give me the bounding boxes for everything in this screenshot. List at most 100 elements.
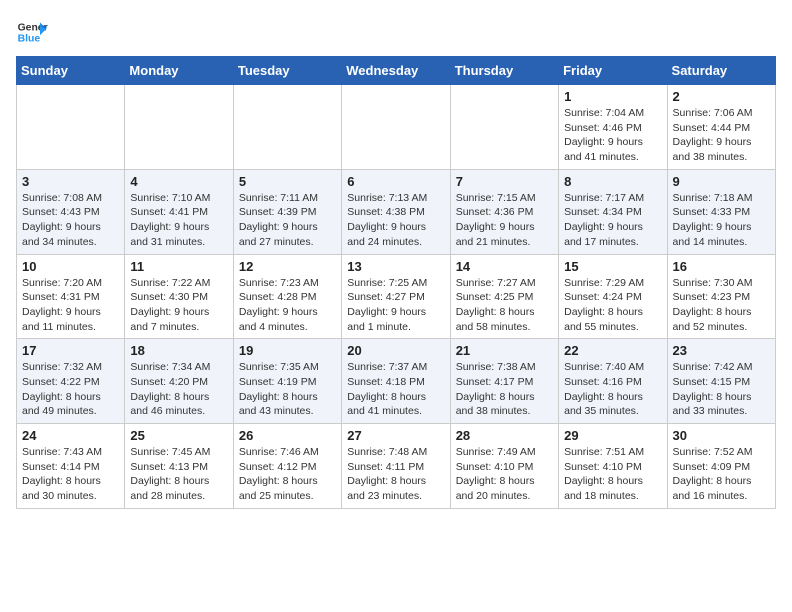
page-header: General Blue bbox=[16, 16, 776, 48]
day-cell: 18Sunrise: 7:34 AM Sunset: 4:20 PM Dayli… bbox=[125, 339, 233, 424]
day-cell: 10 Sunrise: 7:20 AM Sunset: 4:31 PM Dayli… bbox=[17, 254, 125, 339]
day-number: 21 bbox=[456, 343, 553, 358]
day-cell bbox=[125, 85, 233, 170]
day-cell: 14 Sunrise: 7:27 AM Sunset: 4:25 PM Dayli… bbox=[450, 254, 558, 339]
day-number: 8 bbox=[564, 174, 661, 189]
day-cell: 26 Sunrise: 7:46 AM Sunset: 4:12 PM Dayli… bbox=[233, 424, 341, 509]
day-cell: 1 Sunrise: 7:04 AM Sunset: 4:46 PM Daylig… bbox=[559, 85, 667, 170]
day-info: Sunrise: 7:22 AM Sunset: 4:30 PM Dayligh… bbox=[130, 276, 227, 335]
day-number: 28 bbox=[456, 428, 553, 443]
day-cell: 25Sunrise: 7:45 AM Sunset: 4:13 PM Dayli… bbox=[125, 424, 233, 509]
day-cell: 5 Sunrise: 7:11 AM Sunset: 4:39 PM Daylig… bbox=[233, 169, 341, 254]
day-info: Sunrise: 7:10 AM Sunset: 4:41 PM Dayligh… bbox=[130, 191, 227, 250]
day-cell: 29Sunrise: 7:51 AM Sunset: 4:10 PM Dayli… bbox=[559, 424, 667, 509]
day-cell: 9 Sunrise: 7:18 AM Sunset: 4:33 PM Daylig… bbox=[667, 169, 775, 254]
day-info: Sunrise: 7:46 AM Sunset: 4:12 PM Dayligh… bbox=[239, 445, 336, 504]
day-number: 19 bbox=[239, 343, 336, 358]
day-number: 18 bbox=[130, 343, 227, 358]
week-row-3: 10 Sunrise: 7:20 AM Sunset: 4:31 PM Dayli… bbox=[17, 254, 776, 339]
day-info: Sunrise: 7:20 AM Sunset: 4:31 PM Dayligh… bbox=[22, 276, 119, 335]
day-cell: 2Sunrise: 7:06 AM Sunset: 4:44 PM Daylig… bbox=[667, 85, 775, 170]
day-cell: 28 Sunrise: 7:49 AM Sunset: 4:10 PM Dayli… bbox=[450, 424, 558, 509]
day-info: Sunrise: 7:52 AM Sunset: 4:09 PM Dayligh… bbox=[673, 445, 770, 504]
week-row-4: 17Sunrise: 7:32 AM Sunset: 4:22 PM Dayli… bbox=[17, 339, 776, 424]
day-number: 17 bbox=[22, 343, 119, 358]
week-row-1: 1 Sunrise: 7:04 AM Sunset: 4:46 PM Daylig… bbox=[17, 85, 776, 170]
day-number: 20 bbox=[347, 343, 444, 358]
day-info: Sunrise: 7:49 AM Sunset: 4:10 PM Dayligh… bbox=[456, 445, 553, 504]
day-number: 9 bbox=[673, 174, 770, 189]
day-cell: 13 Sunrise: 7:25 AM Sunset: 4:27 PM Dayli… bbox=[342, 254, 450, 339]
day-info: Sunrise: 7:23 AM Sunset: 4:28 PM Dayligh… bbox=[239, 276, 336, 335]
day-number: 3 bbox=[22, 174, 119, 189]
day-info: Sunrise: 7:17 AM Sunset: 4:34 PM Dayligh… bbox=[564, 191, 661, 250]
day-cell bbox=[17, 85, 125, 170]
day-number: 11 bbox=[130, 259, 227, 274]
day-info: Sunrise: 7:43 AM Sunset: 4:14 PM Dayligh… bbox=[22, 445, 119, 504]
day-cell: 27 Sunrise: 7:48 AM Sunset: 4:11 PM Dayli… bbox=[342, 424, 450, 509]
day-info: Sunrise: 7:13 AM Sunset: 4:38 PM Dayligh… bbox=[347, 191, 444, 250]
header-friday: Friday bbox=[559, 57, 667, 85]
day-cell bbox=[450, 85, 558, 170]
day-info: Sunrise: 7:08 AM Sunset: 4:43 PM Dayligh… bbox=[22, 191, 119, 250]
day-info: Sunrise: 7:25 AM Sunset: 4:27 PM Dayligh… bbox=[347, 276, 444, 335]
day-cell: 3 Sunrise: 7:08 AM Sunset: 4:43 PM Daylig… bbox=[17, 169, 125, 254]
header-wednesday: Wednesday bbox=[342, 57, 450, 85]
day-number: 1 bbox=[564, 89, 661, 104]
week-row-5: 24 Sunrise: 7:43 AM Sunset: 4:14 PM Dayli… bbox=[17, 424, 776, 509]
day-number: 16 bbox=[673, 259, 770, 274]
day-cell: 6 Sunrise: 7:13 AM Sunset: 4:38 PM Daylig… bbox=[342, 169, 450, 254]
day-info: Sunrise: 7:11 AM Sunset: 4:39 PM Dayligh… bbox=[239, 191, 336, 250]
logo-icon: General Blue bbox=[16, 16, 48, 48]
week-row-2: 3 Sunrise: 7:08 AM Sunset: 4:43 PM Daylig… bbox=[17, 169, 776, 254]
day-cell: 19 Sunrise: 7:35 AM Sunset: 4:19 PM Dayli… bbox=[233, 339, 341, 424]
day-number: 26 bbox=[239, 428, 336, 443]
day-info: Sunrise: 7:38 AM Sunset: 4:17 PM Dayligh… bbox=[456, 360, 553, 419]
day-cell: 22Sunrise: 7:40 AM Sunset: 4:16 PM Dayli… bbox=[559, 339, 667, 424]
day-info: Sunrise: 7:04 AM Sunset: 4:46 PM Dayligh… bbox=[564, 106, 661, 165]
day-info: Sunrise: 7:06 AM Sunset: 4:44 PM Dayligh… bbox=[673, 106, 770, 165]
day-cell: 12Sunrise: 7:23 AM Sunset: 4:28 PM Dayli… bbox=[233, 254, 341, 339]
header-monday: Monday bbox=[125, 57, 233, 85]
day-cell: 24 Sunrise: 7:43 AM Sunset: 4:14 PM Dayli… bbox=[17, 424, 125, 509]
day-number: 10 bbox=[22, 259, 119, 274]
day-cell bbox=[233, 85, 341, 170]
day-cell: 7 Sunrise: 7:15 AM Sunset: 4:36 PM Daylig… bbox=[450, 169, 558, 254]
calendar-header-row: SundayMondayTuesdayWednesdayThursdayFrid… bbox=[17, 57, 776, 85]
day-cell: 4 Sunrise: 7:10 AM Sunset: 4:41 PM Daylig… bbox=[125, 169, 233, 254]
day-number: 7 bbox=[456, 174, 553, 189]
day-info: Sunrise: 7:35 AM Sunset: 4:19 PM Dayligh… bbox=[239, 360, 336, 419]
day-number: 6 bbox=[347, 174, 444, 189]
day-number: 24 bbox=[22, 428, 119, 443]
day-info: Sunrise: 7:30 AM Sunset: 4:23 PM Dayligh… bbox=[673, 276, 770, 335]
day-cell: 15 Sunrise: 7:29 AM Sunset: 4:24 PM Dayli… bbox=[559, 254, 667, 339]
day-number: 13 bbox=[347, 259, 444, 274]
day-cell: 8 Sunrise: 7:17 AM Sunset: 4:34 PM Daylig… bbox=[559, 169, 667, 254]
day-info: Sunrise: 7:27 AM Sunset: 4:25 PM Dayligh… bbox=[456, 276, 553, 335]
header-thursday: Thursday bbox=[450, 57, 558, 85]
day-info: Sunrise: 7:29 AM Sunset: 4:24 PM Dayligh… bbox=[564, 276, 661, 335]
day-cell: 20Sunrise: 7:37 AM Sunset: 4:18 PM Dayli… bbox=[342, 339, 450, 424]
day-info: Sunrise: 7:45 AM Sunset: 4:13 PM Dayligh… bbox=[130, 445, 227, 504]
day-number: 14 bbox=[456, 259, 553, 274]
day-number: 15 bbox=[564, 259, 661, 274]
svg-text:Blue: Blue bbox=[18, 34, 41, 45]
day-number: 4 bbox=[130, 174, 227, 189]
day-number: 29 bbox=[564, 428, 661, 443]
day-info: Sunrise: 7:42 AM Sunset: 4:15 PM Dayligh… bbox=[673, 360, 770, 419]
day-cell: 17Sunrise: 7:32 AM Sunset: 4:22 PM Dayli… bbox=[17, 339, 125, 424]
day-number: 30 bbox=[673, 428, 770, 443]
day-cell: 30 Sunrise: 7:52 AM Sunset: 4:09 PM Dayli… bbox=[667, 424, 775, 509]
day-info: Sunrise: 7:15 AM Sunset: 4:36 PM Dayligh… bbox=[456, 191, 553, 250]
header-sunday: Sunday bbox=[17, 57, 125, 85]
day-info: Sunrise: 7:18 AM Sunset: 4:33 PM Dayligh… bbox=[673, 191, 770, 250]
day-number: 27 bbox=[347, 428, 444, 443]
day-cell: 16 Sunrise: 7:30 AM Sunset: 4:23 PM Dayli… bbox=[667, 254, 775, 339]
logo: General Blue bbox=[16, 16, 52, 48]
day-cell bbox=[342, 85, 450, 170]
day-cell: 11 Sunrise: 7:22 AM Sunset: 4:30 PM Dayli… bbox=[125, 254, 233, 339]
day-number: 5 bbox=[239, 174, 336, 189]
day-number: 23 bbox=[673, 343, 770, 358]
day-info: Sunrise: 7:48 AM Sunset: 4:11 PM Dayligh… bbox=[347, 445, 444, 504]
day-cell: 23 Sunrise: 7:42 AM Sunset: 4:15 PM Dayli… bbox=[667, 339, 775, 424]
